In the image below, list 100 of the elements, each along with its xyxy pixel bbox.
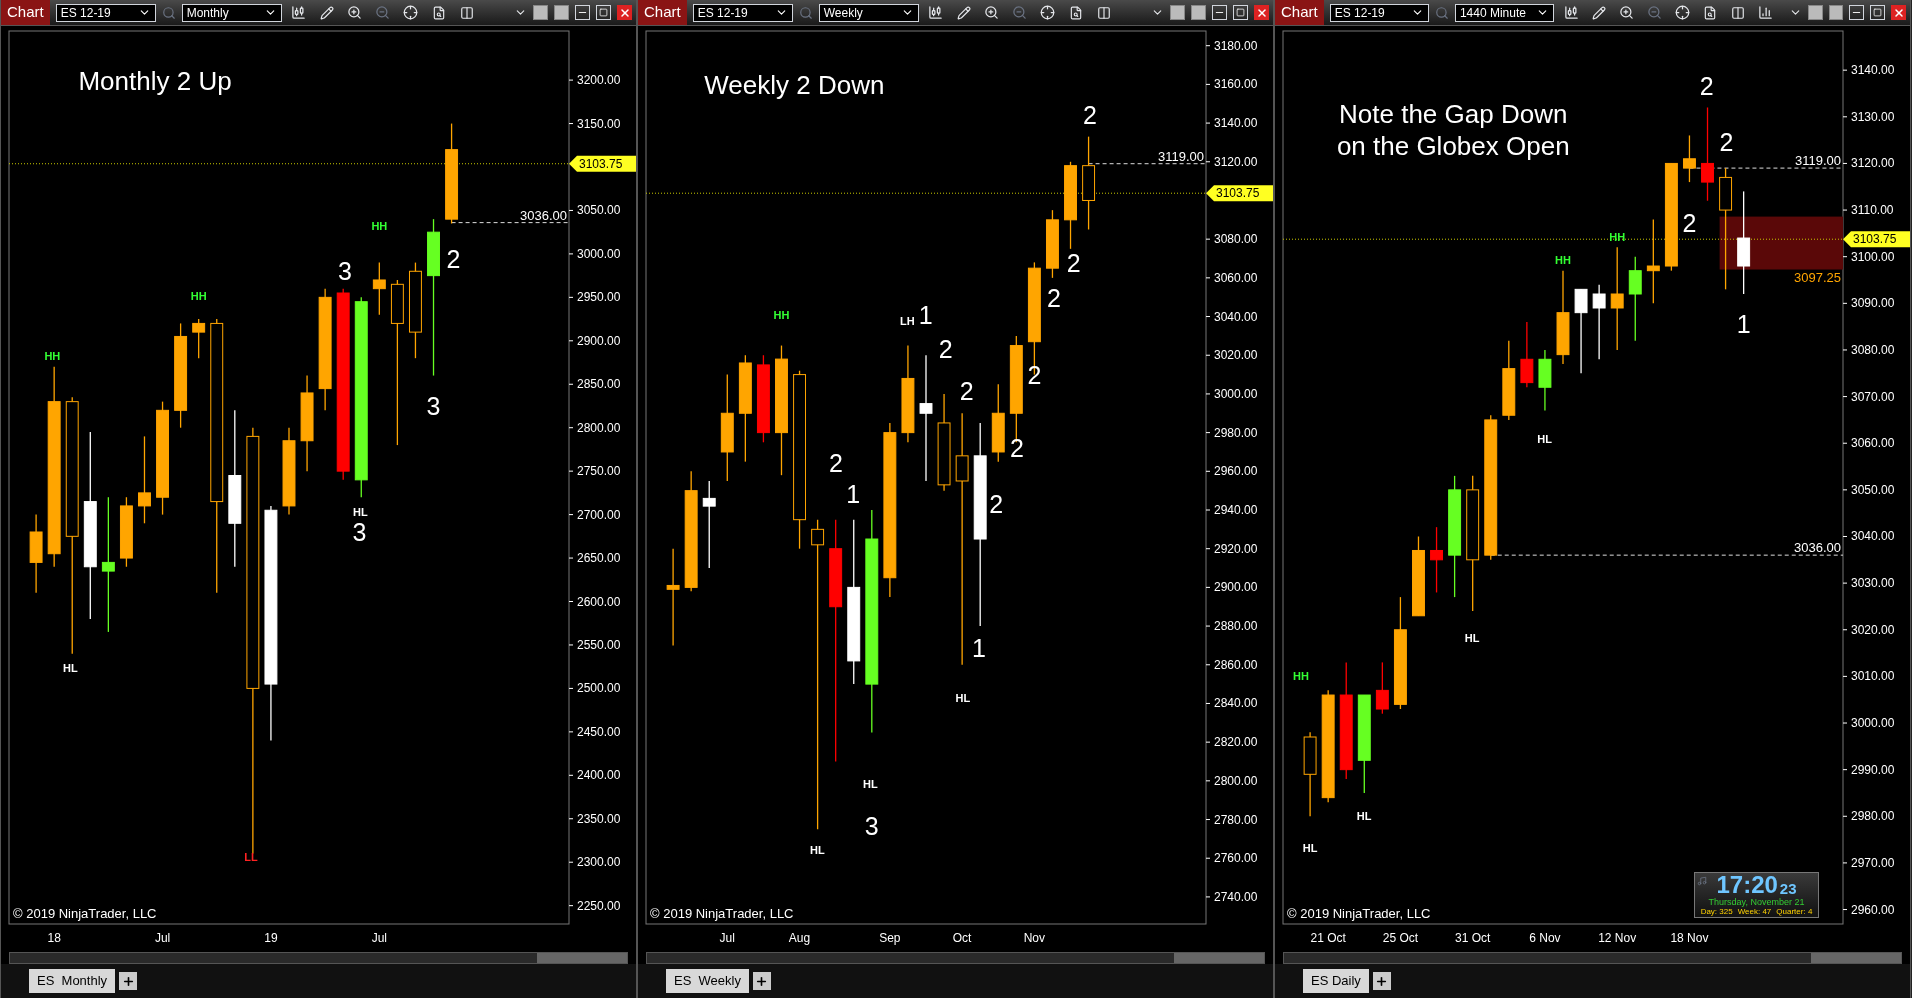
price-tick-label: 2880.00 xyxy=(1214,619,1258,634)
price-tick-label: 2550.00 xyxy=(577,637,621,652)
chart-tab[interactable]: ES Daily xyxy=(1303,969,1369,993)
price-tick-label: 3060.00 xyxy=(1214,270,1258,285)
time-tick-label: Jul xyxy=(719,931,735,945)
time-tick-label: 6 Nov xyxy=(1529,931,1561,945)
horizontal-scrollbar[interactable] xyxy=(1283,952,1902,964)
time-tick-label: 18 xyxy=(47,931,61,945)
horizontal-scrollbar[interactable] xyxy=(646,952,1265,964)
music-note-icon xyxy=(1697,876,1707,886)
time-tick-label: Nov xyxy=(1023,931,1046,945)
price-tick-label: 3120.00 xyxy=(1851,156,1895,171)
price-tick-label: 2980.00 xyxy=(1214,425,1258,440)
add-tab-button[interactable] xyxy=(1372,972,1391,990)
price-tick-label: 3160.00 xyxy=(1214,77,1258,92)
panel-toggle[interactable] xyxy=(1170,5,1185,20)
wave-count-label: 2 xyxy=(1066,249,1081,278)
close-icon xyxy=(1255,6,1268,19)
scrollbar-thumb[interactable] xyxy=(1174,953,1264,963)
search-icon[interactable] xyxy=(798,5,813,20)
price-level-label: 3036.00 xyxy=(1794,540,1841,556)
add-tab-button[interactable] xyxy=(752,972,771,990)
instrument-dropdown[interactable]: ES 12-19 xyxy=(692,3,793,22)
price-tick-label: 2740.00 xyxy=(1214,889,1258,904)
instrument-dropdown[interactable]: ES 12-19 xyxy=(55,3,156,22)
price-tick-label: 3010.00 xyxy=(1851,669,1895,684)
price-tick-label: 2450.00 xyxy=(577,724,621,739)
copyright-text: © 2019 NinjaTrader, LLC xyxy=(13,905,157,923)
swing-label: HH xyxy=(1293,669,1309,682)
swing-label: HH xyxy=(773,308,790,321)
price-tick-label: 3130.00 xyxy=(1851,109,1895,124)
horizontal-scrollbar[interactable] xyxy=(9,952,628,964)
clock-stat: Day: 325 xyxy=(1700,907,1733,917)
chart-note: Weekly 2 Down xyxy=(704,68,885,101)
swing-label: HL xyxy=(1537,432,1552,445)
panel-toggle[interactable] xyxy=(1828,5,1844,20)
time-tick-label: 18 Nov xyxy=(1670,931,1709,945)
add-tab-button[interactable] xyxy=(119,972,138,990)
price-tick-label: 3140.00 xyxy=(1851,63,1895,78)
interval-dropdown[interactable]: Weekly xyxy=(818,3,919,22)
price-tick-label: 2980.00 xyxy=(1851,809,1895,824)
wave-count-label: 1 xyxy=(1736,310,1751,339)
maximize-button[interactable] xyxy=(1870,5,1886,20)
chart-tab[interactable]: ES Monthly xyxy=(29,969,116,993)
price-tick-label: 2970.00 xyxy=(1851,855,1895,870)
wave-count-label: 1 xyxy=(846,479,861,508)
wave-count-label: 2 xyxy=(1082,100,1097,129)
price-tick-label: 3080.00 xyxy=(1851,342,1895,357)
panel-toggle[interactable] xyxy=(554,5,569,20)
clock-time: 17:20 xyxy=(1716,873,1778,897)
last-price-tag: 3103.75 xyxy=(1206,185,1273,202)
scrollbar-thumb[interactable] xyxy=(1811,953,1901,963)
zone-price-label: 3097.25 xyxy=(1794,269,1841,285)
price-tick-label: 2900.00 xyxy=(577,333,621,348)
wave-count-label: 3 xyxy=(426,392,441,420)
price-tick-label: 3090.00 xyxy=(1851,296,1895,311)
price-tick-label: 3150.00 xyxy=(577,116,621,131)
search-icon[interactable] xyxy=(1434,5,1449,20)
minimize-button[interactable] xyxy=(575,5,590,20)
maximize-button[interactable] xyxy=(596,5,611,20)
price-tick-label: 2700.00 xyxy=(577,507,621,522)
price-tick-label: 2820.00 xyxy=(1214,735,1258,750)
price-tick-label: 3180.00 xyxy=(1214,38,1258,53)
close-button[interactable] xyxy=(1891,5,1907,20)
chart-label: Chart xyxy=(1275,0,1324,25)
time-tick-label: 19 xyxy=(264,931,278,945)
interval-dropdown[interactable]: Monthly xyxy=(181,3,282,22)
price-tick-label: 3200.00 xyxy=(577,73,621,88)
instrument-dropdown[interactable]: ES 12-19 xyxy=(1329,3,1429,22)
price-tick-label: 2940.00 xyxy=(1214,503,1258,517)
maximize-button[interactable] xyxy=(1233,5,1248,20)
price-tick-label: 2840.00 xyxy=(1214,696,1258,711)
search-icon[interactable] xyxy=(161,5,176,20)
time-tick-label: 25 Oct xyxy=(1382,931,1419,945)
price-tick-label: 2650.00 xyxy=(577,551,621,566)
price-tick-label: 3060.00 xyxy=(1851,436,1895,451)
chart-label: Chart xyxy=(1,0,50,25)
price-tick-label: 3140.00 xyxy=(1214,116,1258,131)
time-tick-label: 21 Oct xyxy=(1310,931,1346,945)
maximize-icon xyxy=(599,8,608,17)
swing-label: HL xyxy=(353,506,368,518)
chart-tab[interactable]: ES Weekly xyxy=(666,969,749,993)
price-tick-label: 2960.00 xyxy=(1214,464,1258,479)
minimize-button[interactable] xyxy=(1849,5,1865,20)
panel-toggle[interactable] xyxy=(533,5,548,20)
minimize-button[interactable] xyxy=(1212,5,1227,20)
price-tick-label: 2850.00 xyxy=(577,377,621,392)
scrollbar-thumb[interactable] xyxy=(537,953,627,963)
price-tick-label: 3120.00 xyxy=(1214,154,1258,169)
clock-stat: Week: 47 xyxy=(1737,907,1772,917)
interval-dropdown[interactable]: 1440 Minute xyxy=(1454,3,1555,22)
wave-count-label: 1 xyxy=(918,300,933,329)
price-tick-label: 2800.00 xyxy=(577,420,621,435)
price-tick-label: 2960.00 xyxy=(1851,902,1895,917)
panel-toggle[interactable] xyxy=(1191,5,1206,20)
swing-label: HH xyxy=(1609,231,1626,244)
panel-toggle[interactable] xyxy=(1807,5,1823,20)
price-tick-label: 3110.00 xyxy=(1851,203,1894,218)
clock-stat: Quarter: 4 xyxy=(1776,907,1813,917)
price-level-label: 3036.00 xyxy=(520,207,567,223)
